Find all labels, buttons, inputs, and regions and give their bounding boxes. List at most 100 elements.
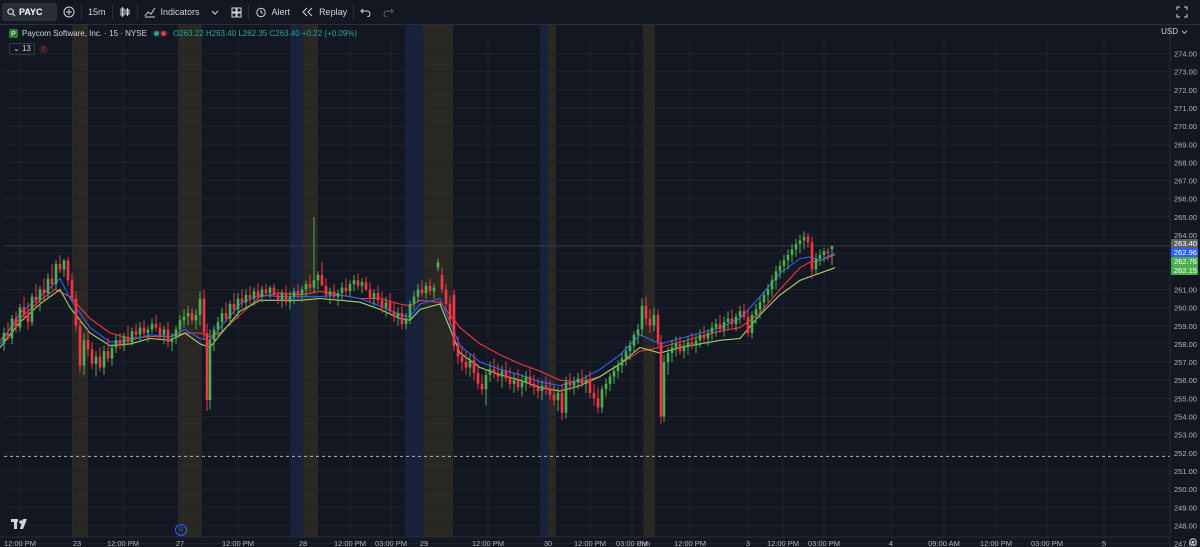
redo-button[interactable] <box>377 0 400 24</box>
candle <box>205 333 209 401</box>
candle <box>186 313 190 317</box>
time-tick-label: 12:00 PM <box>107 539 139 547</box>
time-tick-label: 12:00 PM <box>334 539 366 547</box>
time-tick-label: 5 <box>1102 539 1106 547</box>
price-tick-label: 261.00 <box>1174 285 1197 294</box>
candle <box>146 329 150 334</box>
candle <box>580 378 584 384</box>
candle <box>620 358 624 366</box>
add-symbol-button[interactable] <box>57 0 81 24</box>
indicators-label: Indicators <box>160 7 200 17</box>
candle <box>248 294 252 299</box>
indicator-count: 13 <box>21 44 31 53</box>
candle <box>292 291 296 297</box>
gear-icon[interactable] <box>1188 537 1198 547</box>
search-icon <box>7 7 16 17</box>
time-tick-label: 09:00 AM <box>928 539 960 547</box>
candle <box>662 362 666 417</box>
price-tick-label: 254.00 <box>1174 413 1197 422</box>
time-tick-label: 12:00 PM <box>980 539 1012 547</box>
candle <box>532 383 536 388</box>
interval-button[interactable]: 15m <box>82 0 112 24</box>
candle <box>106 351 110 359</box>
candle <box>328 291 332 295</box>
time-tick-label: 30 <box>544 539 552 547</box>
price-tick-label: 256.00 <box>1174 376 1197 385</box>
candle <box>320 274 324 286</box>
alert-button[interactable]: Alert <box>249 0 297 24</box>
candle <box>484 374 488 390</box>
candle <box>754 309 758 315</box>
candle <box>782 260 786 266</box>
symbol-search[interactable]: PAYC <box>2 3 57 21</box>
candle <box>770 280 774 290</box>
replay-button[interactable]: Replay <box>296 0 353 24</box>
candle <box>750 314 754 334</box>
candle <box>404 318 408 324</box>
market-status-icon <box>150 30 169 37</box>
candle <box>584 380 588 384</box>
rewind-icon <box>302 7 313 17</box>
candle <box>616 365 620 372</box>
candle <box>264 289 268 294</box>
candle <box>224 313 228 319</box>
chart-type-button[interactable] <box>113 0 137 24</box>
indicators-toggle[interactable]: ⌄ 13 <box>9 43 35 55</box>
event-marker-icon[interactable]: D <box>175 524 187 536</box>
candle <box>134 331 138 335</box>
candle <box>600 389 604 408</box>
chevron-down-icon <box>211 10 218 15</box>
time-tick-label: 03:00 PM <box>808 539 840 547</box>
candle <box>560 392 564 413</box>
session-band <box>548 25 556 537</box>
price-label: 262.96 <box>1174 248 1197 257</box>
tradingview-logo-icon <box>11 519 27 529</box>
candle <box>324 285 328 295</box>
candle <box>774 271 778 281</box>
candle <box>154 323 158 328</box>
price-chart[interactable]: 247.00248.00249.00250.00251.00252.00253.… <box>0 0 1200 547</box>
candle <box>702 334 706 339</box>
candle <box>98 356 102 368</box>
candle <box>714 323 718 328</box>
price-tick-label: 249.00 <box>1174 503 1197 512</box>
candle <box>202 298 206 334</box>
candle <box>632 334 636 346</box>
currency-selector[interactable]: USD <box>1161 27 1188 36</box>
candle <box>352 280 356 285</box>
candle <box>392 311 396 317</box>
time-tick-label: 12:00 PM <box>767 539 799 547</box>
price-label: 262.76 <box>1174 257 1197 266</box>
candle <box>640 305 644 330</box>
candle <box>802 236 806 241</box>
candle <box>738 311 742 317</box>
layouts-button[interactable] <box>225 0 248 24</box>
warning-icon[interactable]: ! <box>38 44 48 54</box>
price-tick-label: 259.00 <box>1174 322 1197 331</box>
chart-legend: P Paycom Software, Inc. · 15 · NYSE O263… <box>9 29 357 38</box>
candle <box>496 372 500 377</box>
candle <box>114 340 118 348</box>
candle <box>90 349 94 364</box>
fullscreen-button[interactable] <box>1170 0 1194 24</box>
candle <box>260 289 264 297</box>
candle <box>30 296 34 323</box>
candle <box>18 307 22 328</box>
candle <box>360 282 364 286</box>
undo-button[interactable] <box>354 0 377 24</box>
undo-icon <box>360 8 371 17</box>
symbol-name: Paycom Software, Inc. · 15 · NYSE <box>22 29 147 38</box>
candle <box>628 345 632 352</box>
candle <box>280 293 284 301</box>
candle <box>666 352 670 363</box>
candle <box>424 285 428 294</box>
session-band <box>72 25 88 537</box>
candle <box>86 340 90 350</box>
candle <box>102 351 106 368</box>
candle <box>416 289 420 297</box>
indicators-button[interactable]: Indicators <box>138 0 225 24</box>
candle <box>432 287 436 292</box>
candle <box>520 382 524 388</box>
candle <box>2 333 6 344</box>
candle <box>368 289 372 299</box>
